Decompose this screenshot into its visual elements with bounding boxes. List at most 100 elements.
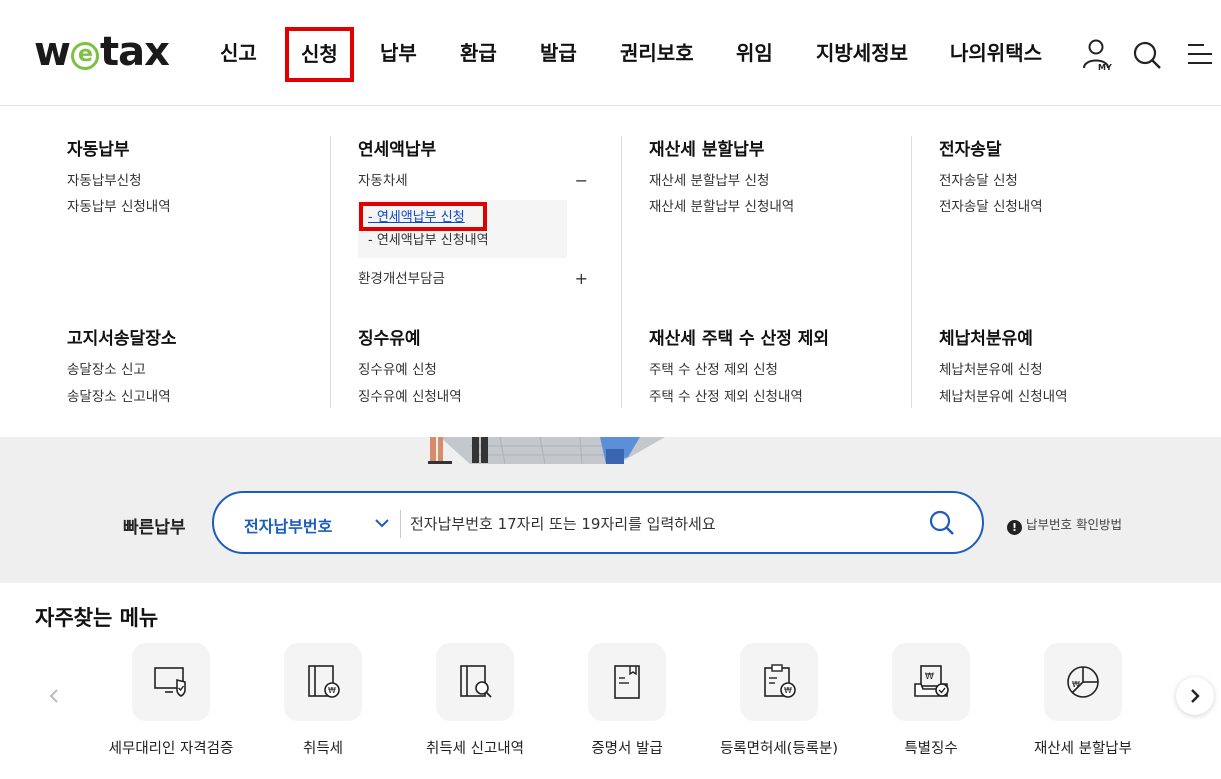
frequent-item-icon-box: ₩ — [892, 643, 970, 721]
chevron-down-icon[interactable] — [374, 515, 390, 531]
frequent-item-property-split[interactable]: ₩ 재산세 분할납부 — [1003, 643, 1163, 758]
menu-link[interactable]: 재산세 분할납부 신청 — [649, 168, 939, 194]
svg-text:MY: MY — [1098, 63, 1112, 72]
frequent-menu-title: 자주찾는 메뉴 — [35, 606, 159, 630]
accordion-label: 환경개선부담금 — [358, 271, 445, 287]
site-header: w e tax 신고 신청 납부 환급 발급 권리보호 위임 지방세정보 나의위택스… — [0, 0, 1221, 106]
user-my-icon[interactable]: MY — [1082, 38, 1114, 72]
menu-col-property-split: 재산세 분할납부 재산세 분할납부 신청 재산세 분할납부 신청내역 — [649, 138, 939, 220]
nav-item-issue[interactable]: 발급 — [540, 38, 577, 68]
accordion-label: 자동차세 — [358, 173, 408, 189]
frequent-item-label: 취득세 — [302, 741, 344, 757]
menu-link[interactable]: 전자송달 신청 — [939, 168, 1221, 194]
nav-item-refund[interactable]: 환급 — [460, 38, 497, 68]
menu-col-housing-exclusion: 재산세 주택 수 산정 제외 주택 수 산정 제외 신청 주택 수 산정 제외 … — [649, 327, 939, 410]
frequent-item-special-collection[interactable]: ₩ 특별징수 — [851, 643, 1011, 758]
hamburger-menu-icon[interactable] — [1186, 38, 1218, 72]
carousel-prev-button[interactable] — [35, 677, 73, 715]
menu-link[interactable]: 체납처분유예 신청내역 — [939, 384, 1221, 410]
menu-link[interactable]: 전자송달 신청내역 — [939, 194, 1221, 220]
menu-col-title: 징수유예 — [358, 329, 421, 349]
svg-text:₩: ₩ — [328, 686, 336, 695]
document-coin-icon: ₩ — [308, 665, 340, 698]
menu-col-title: 전자송달 — [939, 140, 1002, 160]
chevron-right-icon — [1191, 689, 1200, 703]
menu-col-title: 재산세 분할납부 — [649, 140, 765, 160]
frequent-item-agent-verify[interactable]: 세무대리인 자격검증 — [91, 643, 251, 758]
menu-col-title: 자동납부 — [67, 140, 130, 160]
frequent-item-icon-box: ₩ — [1044, 643, 1122, 721]
quick-pay-label: 빠른납부 — [123, 518, 186, 538]
frequent-item-registration-tax[interactable]: ₩ 등록면허세(등록분) — [699, 643, 859, 758]
frequent-item-label: 등록면허세(등록분) — [719, 741, 839, 757]
menu-link[interactable]: 송달장소 신고 — [67, 357, 357, 383]
menu-link[interactable]: 자동납부신청 — [67, 168, 357, 194]
menu-link[interactable]: 징수유예 신청내역 — [358, 384, 648, 410]
menu-col-disposition-deferral: 체납처분유예 체납처분유예 신청 체납처분유예 신청내역 — [939, 327, 1221, 410]
nav-item-rights[interactable]: 권리보호 — [620, 38, 694, 68]
payment-number-help-link[interactable]: ! 납부번호 확인방법 — [1007, 514, 1122, 535]
menu-col-auto-pay: 자동납부 자동납부신청 자동납부 신청내역 — [67, 138, 357, 220]
nav-item-local-tax-info[interactable]: 지방세정보 — [816, 38, 908, 68]
nav-item-report[interactable]: 신고 — [220, 38, 257, 68]
collapse-icon[interactable]: − — [575, 168, 588, 194]
frequent-item-label: 취득세 신고내역 — [426, 741, 524, 757]
search-icon[interactable] — [1132, 38, 1164, 72]
search-button-icon[interactable] — [928, 509, 956, 537]
payment-number-input[interactable] — [410, 507, 910, 541]
menu-link[interactable]: 주택 수 산정 제외 신청 — [649, 357, 939, 383]
nav-item-my-wetax[interactable]: 나의위택스 — [950, 38, 1042, 68]
accordion-car-tax[interactable]: 자동차세 − — [358, 168, 590, 194]
accordion-env-charge[interactable]: 환경개선부담금 + — [358, 266, 590, 292]
menu-link[interactable]: 자동납부 신청내역 — [67, 194, 357, 220]
frequent-item-icon-box: ₩ — [740, 643, 818, 721]
help-link-label: 납부번호 확인방법 — [1026, 517, 1122, 532]
frequent-item-certificate[interactable]: 증명서 발급 — [547, 643, 707, 758]
mega-menu: 자동납부 자동납부신청 자동납부 신청내역 연세액납부 자동차세 − - 연세액… — [0, 106, 1221, 437]
certificate-icon — [614, 665, 640, 699]
nav-item-delegation[interactable]: 위임 — [736, 38, 773, 68]
highlight-box — [359, 202, 487, 231]
menu-link[interactable]: 송달장소 신고내역 — [67, 384, 357, 410]
svg-text:₩: ₩ — [1072, 680, 1080, 689]
menu-col-title: 연세액납부 — [358, 140, 437, 160]
tray-check-icon: ₩ — [914, 665, 949, 697]
frequent-item-acquisition-tax[interactable]: ₩ 취득세 — [243, 643, 403, 758]
frequent-item-icon-box — [436, 643, 514, 721]
nav-item-apply[interactable]: 신청 — [285, 27, 354, 82]
chevron-left-icon — [49, 689, 58, 703]
nav-item-payment[interactable]: 납부 — [380, 38, 417, 68]
menu-link[interactable]: 주택 수 산정 제외 신청내역 — [649, 384, 939, 410]
frequent-item-icon-box: ₩ — [284, 643, 362, 721]
menu-col-title: 재산세 주택 수 산정 제외 — [649, 329, 830, 349]
menu-link[interactable]: 체납처분유예 신청 — [939, 357, 1221, 383]
menu-link[interactable]: 징수유예 신청 — [358, 357, 648, 383]
expand-icon[interactable]: + — [575, 266, 588, 292]
frequent-item-label: 특별징수 — [904, 741, 958, 757]
page: w e tax 신고 신청 납부 환급 발급 권리보호 위임 지방세정보 나의위택스… — [0, 0, 1221, 779]
quick-pay-search: 전자납부번호 — [212, 491, 984, 554]
frequent-item-icon-box — [588, 643, 666, 721]
frequent-item-label: 증명서 발급 — [591, 741, 663, 757]
frequent-item-label: 재산세 분할납부 — [1034, 741, 1132, 757]
clipboard-coin-icon: ₩ — [764, 664, 796, 698]
frequent-item-label: 세무대리인 자격검증 — [108, 741, 234, 757]
select-divider — [400, 510, 401, 538]
submenu-annual-pay-history[interactable]: - 연세액납부 신청내역 — [368, 229, 567, 252]
document-search-icon — [460, 665, 492, 698]
payment-type-select[interactable]: 전자납부번호 — [244, 513, 332, 537]
info-icon: ! — [1007, 520, 1022, 535]
monitor-shield-icon — [154, 667, 186, 697]
svg-text:₩: ₩ — [925, 672, 934, 682]
carousel-next-button[interactable] — [1176, 677, 1214, 715]
frequent-item-acquisition-history[interactable]: 취득세 신고내역 — [395, 643, 555, 758]
menu-link[interactable]: 재산세 분할납부 신청내역 — [649, 194, 939, 220]
svg-text:₩: ₩ — [784, 686, 792, 695]
menu-col-e-delivery: 전자송달 전자송달 신청 전자송달 신청내역 — [939, 138, 1221, 220]
menu-col-title: 고지서송달장소 — [67, 329, 177, 349]
pie-chart-icon: ₩ — [1067, 666, 1099, 698]
frequent-item-icon-box — [132, 643, 210, 721]
global-nav: 신고 신청 납부 환급 발급 권리보호 위임 지방세정보 나의위택스 — [0, 0, 1221, 106]
menu-col-title: 체납처분유예 — [939, 329, 1033, 349]
menu-col-notice-address: 고지서송달장소 송달장소 신고 송달장소 신고내역 — [67, 327, 357, 410]
